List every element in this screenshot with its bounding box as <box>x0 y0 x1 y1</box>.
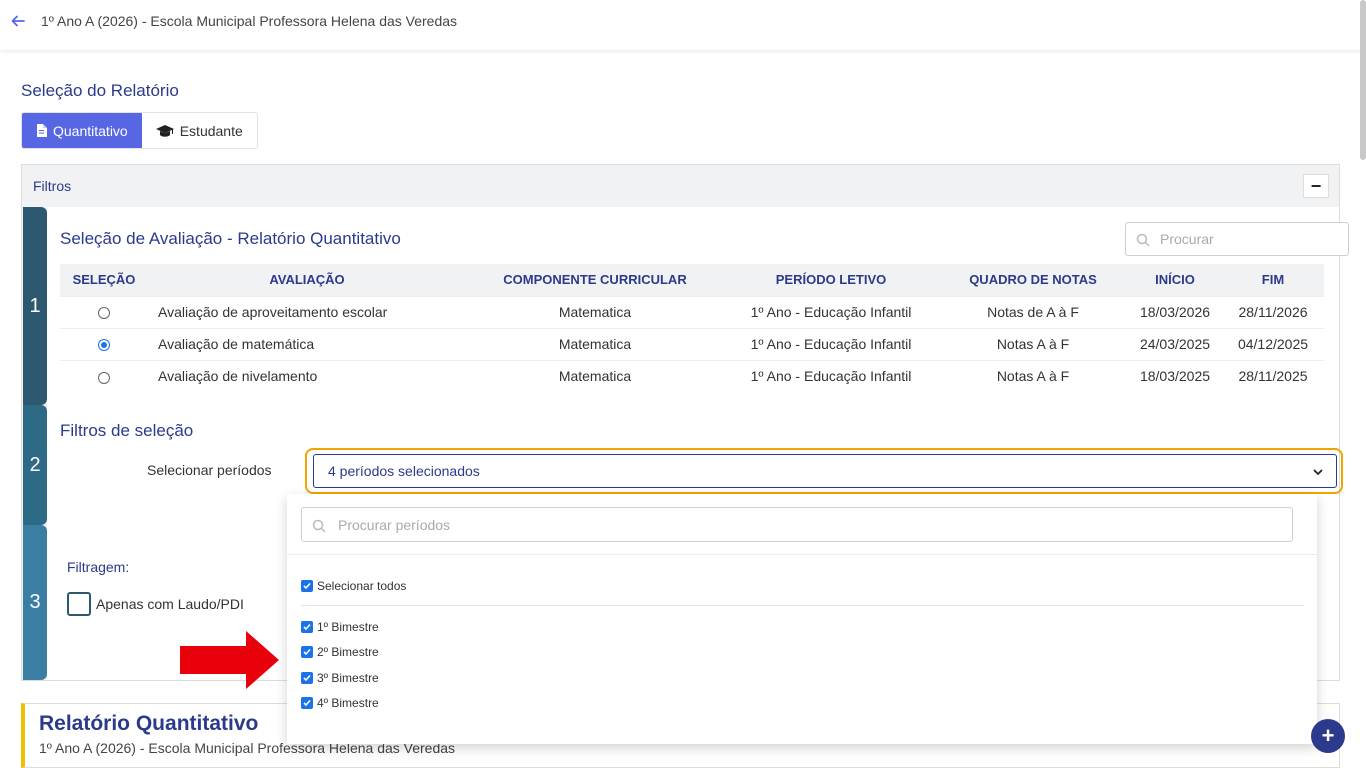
period-option-4[interactable]: 4º Bimestre <box>301 696 379 710</box>
checkbox-checked-icon <box>301 697 313 709</box>
evaluation-name: Avaliação de aproveitamento escolar <box>148 295 466 328</box>
evaluation-selection-panel: Seleção de Avaliação - Relatório Quantit… <box>47 207 1349 405</box>
page-title: 1º Ano A (2026) - Escola Municipal Profe… <box>41 13 458 29</box>
laudo-label: Apenas com Laudo/PDI <box>96 596 244 612</box>
periods-select[interactable]: 4 períodos selecionados <box>313 454 1337 488</box>
period-option-3[interactable]: 3º Bimestre <box>301 671 379 685</box>
evaluation-start: 18/03/2025 <box>1128 359 1222 392</box>
tab-quantitativo[interactable]: Quantitativo <box>22 113 142 148</box>
evaluation-name: Avaliação de matemática <box>148 327 466 360</box>
select-all-label: Selecionar todos <box>317 579 407 593</box>
evaluation-period: 1º Ano - Educação Infantil <box>724 327 938 360</box>
evaluation-component: Matematica <box>466 359 724 392</box>
tab-quantitativo-label: Quantitativo <box>53 122 128 139</box>
checkbox-checked-icon <box>301 672 313 684</box>
periods-search-box <box>301 507 1293 542</box>
evaluation-name: Avaliação de nivelamento <box>148 359 466 392</box>
evaluation-selection-title: Seleção de Avaliação - Relatório Quantit… <box>60 229 401 248</box>
report-title: Relatório Quantitativo <box>39 712 259 735</box>
divider <box>301 605 1304 606</box>
evaluation-search-box <box>1125 222 1349 256</box>
evaluation-grade-table: Notas de A à F <box>938 295 1128 328</box>
evaluation-grade-table: Notas A à F <box>938 327 1128 360</box>
evaluation-radio[interactable] <box>98 307 110 320</box>
document-icon <box>37 124 47 137</box>
checkbox-checked-icon <box>301 580 313 592</box>
laudo-checkbox[interactable] <box>67 592 91 616</box>
add-fab-button[interactable]: + <box>1311 719 1345 753</box>
select-all-option[interactable]: Selecionar todos <box>301 579 406 593</box>
report-selection-title: Seleção do Relatório <box>21 81 179 100</box>
period-option-2[interactable]: 2º Bimestre <box>301 645 379 659</box>
step-2-indicator: 2 <box>23 405 47 525</box>
evaluation-period: 1º Ano - Educação Infantil <box>724 359 938 392</box>
divider <box>287 554 1317 555</box>
search-icon <box>312 519 326 533</box>
step-3-indicator: 3 <box>23 525 47 680</box>
column-header: PERÍODO LETIVO <box>724 264 938 296</box>
periods-select-highlight: 4 períodos selecionados <box>305 448 1343 494</box>
tab-estudante-label: Estudante <box>179 122 243 139</box>
period-option-label: 3º Bimestre <box>317 671 379 685</box>
column-header: COMPONENTE CURRICULAR <box>466 264 724 296</box>
table-header-row: SELEÇÃO AVALIAÇÃO COMPONENTE CURRICULAR … <box>60 264 1324 296</box>
column-header: SELEÇÃO <box>60 264 148 296</box>
evaluation-period: 1º Ano - Educação Infantil <box>724 295 938 328</box>
column-header: FIM <box>1222 264 1324 296</box>
column-header: AVALIAÇÃO <box>148 264 466 296</box>
period-option-label: 2º Bimestre <box>317 645 379 659</box>
graduation-cap-icon <box>155 124 174 137</box>
periods-search-input[interactable] <box>338 515 1238 535</box>
period-option-1[interactable]: 1º Bimestre <box>301 620 379 634</box>
collapse-filters-button[interactable]: − <box>1303 174 1329 198</box>
periods-label: Selecionar períodos <box>147 462 272 478</box>
evaluation-end: 04/12/2025 <box>1222 327 1324 360</box>
tab-estudante[interactable]: Estudante <box>141 113 257 148</box>
period-option-label: 4º Bimestre <box>317 696 379 710</box>
evaluation-table: SELEÇÃO AVALIAÇÃO COMPONENTE CURRICULAR … <box>60 264 1324 392</box>
back-arrow-icon[interactable] <box>10 13 26 29</box>
evaluation-component: Matematica <box>466 295 724 328</box>
table-row[interactable]: Avaliação de aproveitamento escolar Mate… <box>60 295 1324 328</box>
top-bar: 1º Ano A (2026) - Escola Municipal Profe… <box>0 0 1366 50</box>
selection-filters-title: Filtros de seleção <box>60 421 194 440</box>
evaluation-start: 18/03/2026 <box>1128 295 1222 328</box>
column-header: QUADRO DE NOTAS <box>938 264 1128 296</box>
evaluation-end: 28/11/2026 <box>1222 295 1324 328</box>
search-icon <box>1136 233 1150 247</box>
evaluation-grade-table: Notas A à F <box>938 359 1128 392</box>
column-header: INÍCIO <box>1128 264 1222 296</box>
checkbox-checked-icon <box>301 621 313 633</box>
report-type-tabs: Quantitativo Estudante <box>21 112 258 149</box>
table-row[interactable]: Avaliação de nivelamento Matematica 1º A… <box>60 359 1324 392</box>
evaluation-search-input[interactable] <box>1160 229 1340 249</box>
chevron-down-icon <box>1313 469 1323 475</box>
filters-label: Filtros <box>33 178 72 194</box>
filtering-title: Filtragem: <box>67 559 130 575</box>
evaluation-component: Matematica <box>466 327 724 360</box>
periods-dropdown: Selecionar todos 1º Bimestre 2º Bimestre… <box>287 494 1317 744</box>
table-row[interactable]: Avaliação de matemática Matematica 1º An… <box>60 327 1324 360</box>
evaluation-radio[interactable] <box>98 371 110 384</box>
periods-select-value: 4 períodos selecionados <box>328 463 480 479</box>
evaluation-radio-selected[interactable] <box>98 339 110 352</box>
period-option-label: 1º Bimestre <box>317 620 379 634</box>
step-1-indicator: 1 <box>23 207 47 405</box>
evaluation-end: 28/11/2025 <box>1222 359 1324 392</box>
page-scrollbar[interactable] <box>1360 0 1366 160</box>
checkbox-checked-icon <box>301 646 313 658</box>
evaluation-start: 24/03/2025 <box>1128 327 1222 360</box>
filters-header: Filtros − <box>22 165 1339 207</box>
red-pointer-arrow-icon <box>180 631 279 689</box>
